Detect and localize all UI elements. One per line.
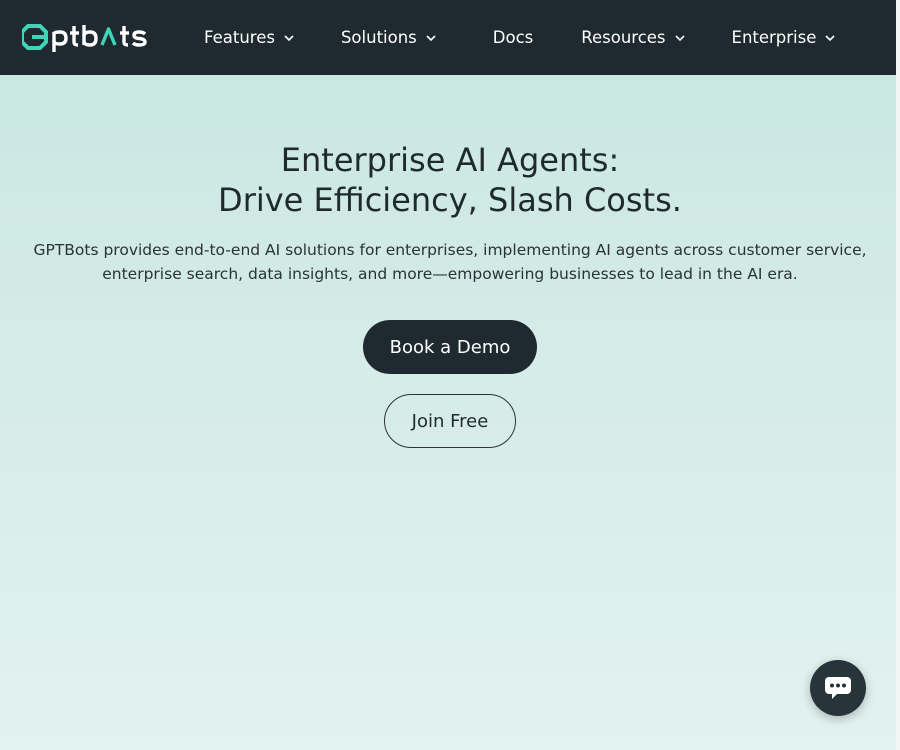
- book-demo-button[interactable]: Book a Demo: [363, 320, 537, 374]
- chat-widget-button[interactable]: [810, 660, 866, 716]
- hero-title-line-1: Enterprise AI Agents:: [280, 141, 620, 179]
- chevron-down-icon: [284, 34, 294, 41]
- chevron-down-icon: [426, 34, 436, 41]
- chevron-down-icon: [674, 34, 685, 41]
- chat-bubble-icon: [825, 677, 851, 699]
- top-navbar: Features Solutions Docs Resources Enterp…: [0, 0, 896, 75]
- hero-title-line-2: Drive Efficiency, Slash Costs.: [218, 181, 682, 219]
- gptbots-logo-icon: [22, 24, 147, 52]
- nav-item-label: Enterprise: [731, 28, 817, 47]
- nav-item-enterprise[interactable]: Enterprise: [732, 0, 837, 75]
- hero-subtitle-line-2: enterprise search, data insights, and mo…: [102, 265, 798, 283]
- main-nav: Features Solutions Docs Resources Enterp…: [204, 0, 836, 75]
- hero-title: Enterprise AI Agents: Drive Efficiency, …: [0, 140, 900, 220]
- nav-item-label: Docs: [492, 28, 534, 47]
- nav-item-label: Solutions: [340, 28, 417, 47]
- nav-item-features[interactable]: Features: [204, 0, 295, 75]
- page-background: [0, 0, 896, 750]
- join-free-button[interactable]: Join Free: [384, 394, 516, 448]
- scrollbar[interactable]: [896, 0, 900, 750]
- brand-logo[interactable]: [22, 22, 158, 52]
- hero-subtitle: GPTBots provides end-to-end AI solutions…: [20, 238, 880, 286]
- nav-item-docs[interactable]: Docs: [493, 0, 533, 75]
- nav-item-label: Features: [204, 28, 275, 47]
- hero-subtitle-line-1: GPTBots provides end-to-end AI solutions…: [33, 241, 867, 259]
- nav-item-label: Resources: [581, 28, 666, 47]
- chevron-down-icon: [825, 34, 835, 41]
- nav-item-solutions[interactable]: Solutions: [341, 0, 437, 75]
- nav-item-resources[interactable]: Resources: [581, 0, 685, 75]
